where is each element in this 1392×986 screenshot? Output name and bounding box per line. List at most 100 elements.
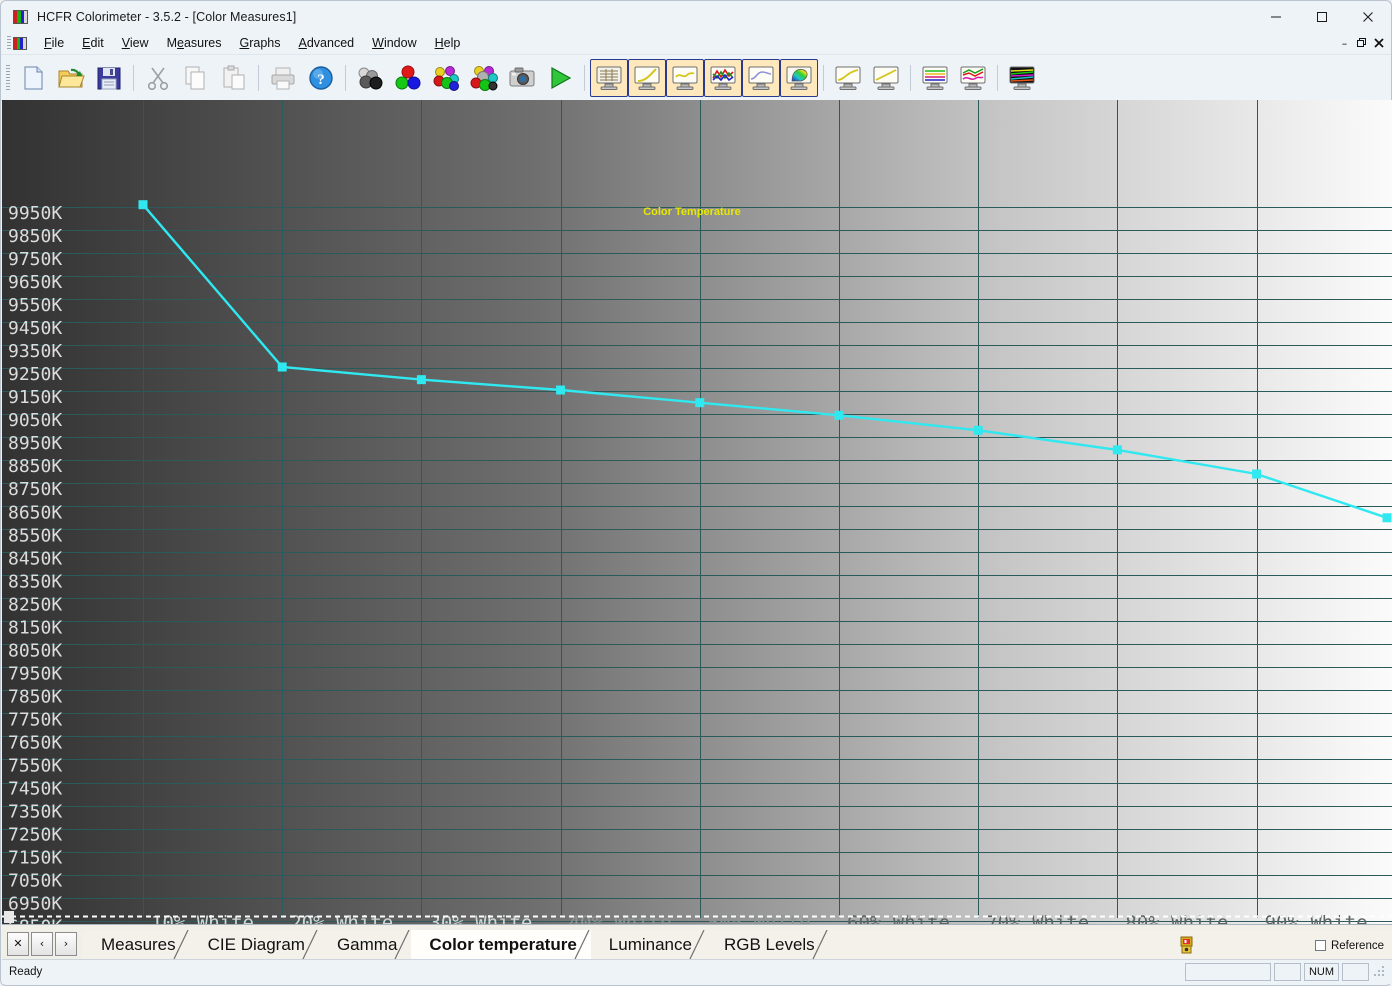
print-button[interactable] [264,59,302,97]
menu-item-file[interactable]: File [35,34,73,52]
tab-cie-diagram[interactable]: CIE Diagram [189,930,319,960]
data-point-7 [1112,445,1122,455]
tab-divider-icon [172,930,191,960]
gamma-view-button[interactable] [628,58,666,97]
tab-luminance[interactable]: Luminance [590,930,706,960]
menu-item-measures[interactable]: Measures [158,34,231,52]
next-tab-button[interactable]: › [55,931,77,956]
full-measure-button[interactable] [465,59,503,97]
svg-text:7750K: 7750K [8,709,62,730]
rgb-levels-view-button[interactable] [704,58,742,97]
about-button[interactable]: ? [302,59,340,97]
cut-button[interactable] [139,59,177,97]
menu-item-advanced[interactable]: Advanced [290,34,364,52]
capture-button[interactable] [503,59,541,97]
tab-label: Luminance [608,935,692,954]
svg-text:7950K: 7950K [8,663,62,684]
tab-label: Measures [101,935,176,954]
svg-text:7150K: 7150K [8,848,62,869]
primaries-measure-button[interactable] [389,59,427,97]
svg-text:8850K: 8850K [8,456,62,477]
mdi-child-icon[interactable] [13,36,27,50]
menu-item-view[interactable]: View [113,34,158,52]
mdi-minimize-button[interactable]: – [1336,35,1353,52]
luminance-view-button[interactable] [742,58,780,97]
tab-rgb-levels[interactable]: RGB Levels [705,930,829,960]
menu-item-window[interactable]: Window [363,34,425,52]
cie-diagram-view-button[interactable] [780,58,818,97]
data-point-3 [556,385,566,395]
save-document-button[interactable] [90,59,128,97]
tab-label: Gamma [336,935,398,954]
spectrum-graph-button[interactable] [1003,59,1041,97]
maximize-button[interactable] [1299,1,1345,32]
prev-tab-button[interactable]: ‹ [31,931,53,956]
run-measures-button[interactable] [541,59,579,97]
reference-checkbox[interactable]: Reference [1314,939,1384,952]
title-bar: HCFR Colorimeter - 3.5.2 - [Color Measur… [1,1,1391,32]
svg-text:7650K: 7650K [8,732,62,753]
gamma-graph-button[interactable] [867,59,905,97]
tab-gamma[interactable]: Gamma [318,930,412,960]
application-window: HCFR Colorimeter - 3.5.2 - [Color Measur… [0,0,1392,986]
bug-report-icon[interactable] [1178,936,1195,955]
status-pane-1 [1185,962,1271,981]
tab-strip: Measures CIE Diagram Gamma Color temperatur… [83,928,829,960]
close-button[interactable] [1345,1,1391,32]
status-bar: Ready NUM [2,959,1392,984]
reference-checkbox-label: Reference [1330,939,1384,952]
svg-text:9250K: 9250K [8,364,62,385]
svg-text:9650K: 9650K [8,272,62,293]
rgb-wave-graph-button[interactable] [954,59,992,97]
data-point-4 [695,398,705,408]
paste-button[interactable] [215,59,253,97]
tab-bar-right-controls: Reference [1178,936,1384,955]
svg-text:9550K: 9550K [8,295,62,316]
close-tab-button[interactable]: ✕ [7,931,29,956]
toolbar-separator [997,64,998,91]
tab-color-temperature[interactable]: Color temperature [411,930,591,960]
menu-item-help[interactable]: Help [426,34,470,52]
svg-text:9950K: 9950K [8,203,62,224]
window-controls [1253,1,1391,32]
secondaries-measure-button[interactable] [427,59,465,97]
mdi-close-button[interactable] [1370,35,1387,52]
svg-text:?: ? [317,72,325,88]
new-document-button[interactable] [14,59,52,97]
tab-measures[interactable]: Measures [83,930,190,960]
menu-item-edit[interactable]: Edit [73,34,113,52]
tab-divider-icon [393,930,412,960]
svg-text:9050K: 9050K [8,410,62,431]
menu-grip-handle[interactable] [7,36,11,50]
svg-text:8350K: 8350K [8,571,62,592]
svg-text:8950K: 8950K [8,433,62,454]
svg-text:7350K: 7350K [8,802,62,823]
measures-view-button[interactable] [590,58,628,97]
mdi-restore-button[interactable] [1353,35,1370,52]
luminance-graph-button[interactable] [829,59,867,97]
reference-checkbox-box[interactable] [1314,940,1326,951]
svg-text:Color Temperature: Color Temperature [643,206,741,218]
svg-text:8450K: 8450K [8,548,62,569]
view-tab-bar: ✕ ‹ › Measures CIE Diagram Gamma Color temp… [2,924,1392,960]
svg-text:9350K: 9350K [8,341,62,362]
svg-text:7050K: 7050K [8,871,62,892]
window-title: HCFR Colorimeter - 3.5.2 - [Color Measur… [37,9,297,24]
color-temperature-chart[interactable]: Color Temperature 9950K 9850K 9750K 9650K 955… [2,100,1392,936]
svg-text:7550K: 7550K [8,755,62,776]
resize-grip[interactable] [1373,965,1386,978]
copy-button[interactable] [177,59,215,97]
toolbar-separator [345,64,346,91]
toolbar-grip-handle[interactable] [6,64,10,91]
data-point-1 [277,362,287,372]
color-temp-view-button[interactable] [666,58,704,97]
status-pane-4 [1342,962,1369,981]
open-document-button[interactable] [52,59,90,97]
chart-canvas[interactable]: Color Temperature 9950K9850K9750K9650K955… [2,100,1392,936]
data-point-6 [973,425,983,435]
menu-item-graphs[interactable]: Graphs [231,34,290,52]
minimize-button[interactable] [1253,1,1299,32]
svg-text:6950K: 6950K [8,894,62,915]
grayscale-measure-button[interactable] [351,59,389,97]
rgb-flat-graph-button[interactable] [916,59,954,97]
